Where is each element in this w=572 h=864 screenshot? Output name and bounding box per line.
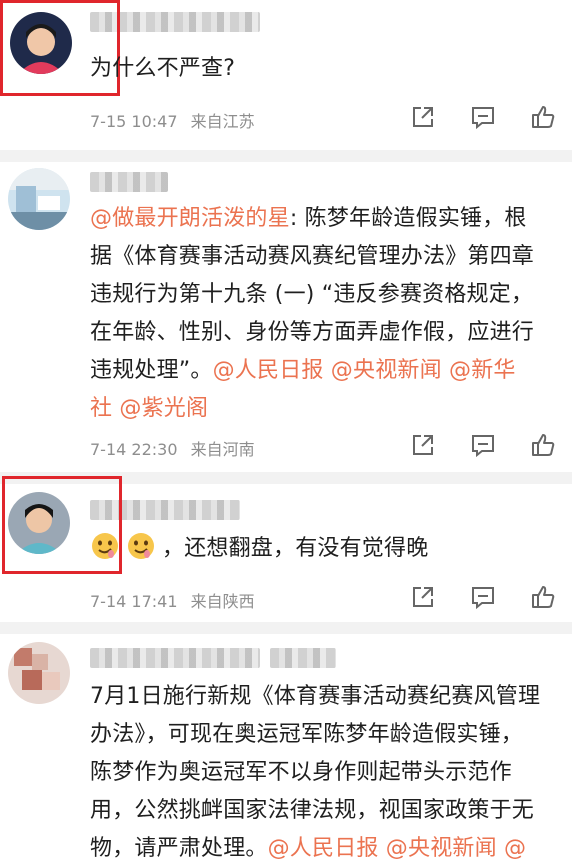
comment-line-text: 违规行为第十九条 (一) “违反参赛资格规定， [90, 282, 534, 307]
comment-meta: 7-14 17:41 来自陕西 [90, 588, 255, 612]
comment-meta: 7-15 10:47 来自江苏 [90, 108, 255, 132]
comment-line: 在年龄、性别、身份等方面弄虚作假，应进行 [90, 314, 554, 352]
mention-link[interactable]: @人民日报 @央视新闻 @新华 [213, 358, 516, 383]
comment-line: 7月1日施行新规《体育赛事活动赛纪赛风管理 [90, 678, 554, 716]
comment-actions [410, 104, 556, 130]
username-blurred [270, 648, 336, 668]
comment-line: 社 @紫光阁 [90, 390, 554, 428]
like-icon[interactable] [530, 104, 556, 130]
comment-actions [410, 584, 556, 610]
comment-line-text: 在年龄、性别、身份等方面弄虚作假，应进行 [90, 320, 535, 345]
avatar[interactable] [8, 168, 70, 230]
drooling-face-emoji [92, 533, 118, 559]
comment-4: 7月1日施行新规《体育赛事活动赛纪赛风管理 办法》，可现在奥运冠军陈梦年龄造假实锤… [0, 634, 572, 864]
username-blurred[interactable] [90, 172, 168, 192]
comment-3: ，还想翻盘，有没有觉得晚 7-14 17:41 来自陕西 [0, 476, 572, 622]
comment-line: @做最开朗活泼的星: 陈梦年龄造假实锤，根 [90, 200, 554, 238]
comment-time: 7-15 10:47 [90, 112, 178, 131]
comment-line: 违规处理”。@人民日报 @央视新闻 @新华 [90, 352, 554, 390]
comment-2: @做最开朗活泼的星: 陈梦年龄造假实锤，根据《体育赛事活动赛风赛纪管理办法》第四… [0, 162, 572, 472]
comment-line-text: 7月1日施行新规《体育赛事活动赛纪赛风管理 [90, 684, 541, 709]
comment-actions [410, 432, 556, 458]
comment-text-body: ，还想翻盘，有没有觉得晚 [162, 536, 429, 561]
comment-meta: 7-14 22:30 来自河南 [90, 436, 255, 460]
comment-location: 来自陕西 [190, 592, 255, 611]
comment-icon[interactable] [470, 584, 496, 610]
comment-line-text: 办法》，可现在奥运冠军陈梦年龄造假实锤， [90, 722, 524, 747]
comment-line: 办法》，可现在奥运冠军陈梦年龄造假实锤， [90, 716, 554, 754]
comment-line: 陈梦作为奥运冠军不以身作则起带头示范作 [90, 754, 554, 792]
drooling-face-emoji [128, 533, 154, 559]
like-icon[interactable] [530, 432, 556, 458]
share-icon[interactable] [410, 432, 436, 458]
comment-text: 7月1日施行新规《体育赛事活动赛纪赛风管理 办法》，可现在奥运冠军陈梦年龄造假实锤… [90, 678, 554, 864]
username-blurred[interactable] [90, 648, 260, 668]
comment-text: 为什么不严查? [90, 56, 236, 81]
mention-link[interactable]: @人民日报 @央视新闻 @ [268, 836, 527, 861]
comment-text: @做最开朗活泼的星: 陈梦年龄造假实锤，根据《体育赛事活动赛风赛纪管理办法》第四… [90, 200, 554, 428]
comment-line: 物，请严肃处理。@人民日报 @央视新闻 @ [90, 830, 554, 864]
like-icon[interactable] [530, 584, 556, 610]
comment-location: 来自江苏 [190, 112, 255, 131]
comment-line: 违规行为第十九条 (一) “违反参赛资格规定， [90, 276, 554, 314]
comment-time: 7-14 22:30 [90, 440, 178, 459]
comment-line: 用，公然挑衅国家法律法规，视国家政策于无 [90, 792, 554, 830]
mention-link[interactable]: @做最开朗活泼的星 [90, 206, 290, 231]
share-icon[interactable] [410, 104, 436, 130]
comment-icon[interactable] [470, 104, 496, 130]
comment-line-text: 据《体育赛事活动赛风赛纪管理办法》第四章 [90, 244, 535, 269]
avatar[interactable] [8, 642, 70, 704]
comment-line-text: 陈梦作为奥运冠军不以身作则起带头示范作 [90, 760, 512, 785]
comment-line-text: 物，请严肃处理。 [90, 836, 268, 861]
comment-text: ，还想翻盘，有没有觉得晚 [90, 530, 554, 568]
mention-link[interactable]: 社 @紫光阁 [90, 396, 208, 421]
comment-icon[interactable] [470, 432, 496, 458]
separator [0, 150, 572, 162]
comment-line-text: 用，公然挑衅国家法律法规，视国家政策于无 [90, 798, 535, 823]
comment-1: 为什么不严查? 7-15 10:47 来自江苏 [0, 0, 572, 150]
comment-line-text: : 陈梦年龄造假实锤，根 [289, 206, 527, 231]
share-icon[interactable] [410, 584, 436, 610]
comment-line: 据《体育赛事活动赛风赛纪管理办法》第四章 [90, 238, 554, 276]
comment-location: 来自河南 [190, 440, 255, 459]
separator [0, 622, 572, 634]
comment-time: 7-14 17:41 [90, 592, 178, 611]
comment-line-text: 违规处理”。 [90, 358, 213, 383]
